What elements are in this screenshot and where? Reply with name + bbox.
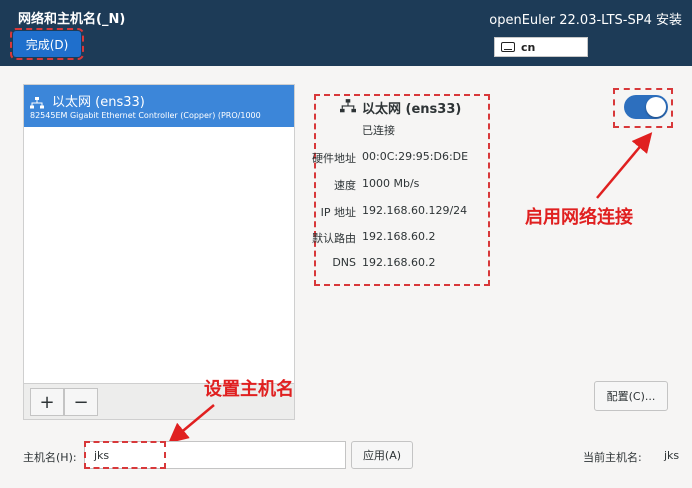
- configure-button[interactable]: 配置(C)...: [594, 381, 668, 411]
- toggle-knob: [646, 97, 666, 117]
- enable-connection-annotation: 启用网络连接: [525, 207, 633, 228]
- done-button[interactable]: 完成(D): [10, 28, 84, 60]
- set-hostname-annotation: 设置主机名: [204, 379, 294, 400]
- keyboard-layout-label: cn: [521, 40, 536, 54]
- arrow-to-toggle: [596, 132, 653, 199]
- hostname-label: 主机名(H):: [23, 451, 77, 464]
- apply-button[interactable]: 应用(A): [351, 441, 413, 469]
- remove-connection-button[interactable]: −: [64, 388, 98, 416]
- speed-value: 1000 Mb/s: [362, 177, 420, 190]
- default-route-value: 192.168.60.2: [362, 230, 436, 243]
- add-connection-button[interactable]: +: [30, 388, 64, 416]
- hardware-address-value: 00:0C:29:95:D6:DE: [362, 150, 469, 163]
- dns-label: DNS: [332, 256, 356, 269]
- product-name: openEuler 22.03-LTS-SP4 安装: [489, 13, 682, 28]
- hardware-address-label: 硬件地址: [312, 152, 356, 165]
- current-hostname-label: 当前主机名:: [583, 451, 642, 464]
- connection-toggle[interactable]: [624, 95, 668, 119]
- page-title: 网络和主机名(_N): [18, 12, 126, 27]
- current-hostname-value: jks: [664, 449, 680, 462]
- connection-status: 已连接: [362, 124, 395, 137]
- connection-list: 以太网 (ens33) 82545EM Gigabit Ethernet Con…: [23, 84, 295, 384]
- connection-device: 82545EM Gigabit Ethernet Controller (Cop…: [30, 111, 261, 120]
- keyboard-layout-indicator[interactable]: cn: [494, 37, 588, 57]
- network-wired-icon: [30, 97, 44, 109]
- keyboard-icon: [501, 42, 515, 52]
- network-wired-icon: [340, 99, 356, 113]
- ip-address-value: 192.168.60.129/24: [362, 204, 468, 217]
- list-item[interactable]: 以太网 (ens33) 82545EM Gigabit Ethernet Con…: [24, 85, 294, 127]
- default-route-label: 默认路由: [312, 232, 356, 245]
- speed-label: 速度: [334, 179, 356, 192]
- connection-name: 以太网 (ens33): [52, 95, 145, 110]
- ip-address-label: IP 地址: [320, 206, 356, 219]
- header-bar: 网络和主机名(_N) 完成(D) openEuler 22.03-LTS-SP4…: [0, 0, 692, 66]
- detail-title: 以太网 (ens33): [362, 102, 462, 117]
- dns-value: 192.168.60.2: [362, 256, 436, 269]
- hostname-value[interactable]: jks: [84, 441, 166, 469]
